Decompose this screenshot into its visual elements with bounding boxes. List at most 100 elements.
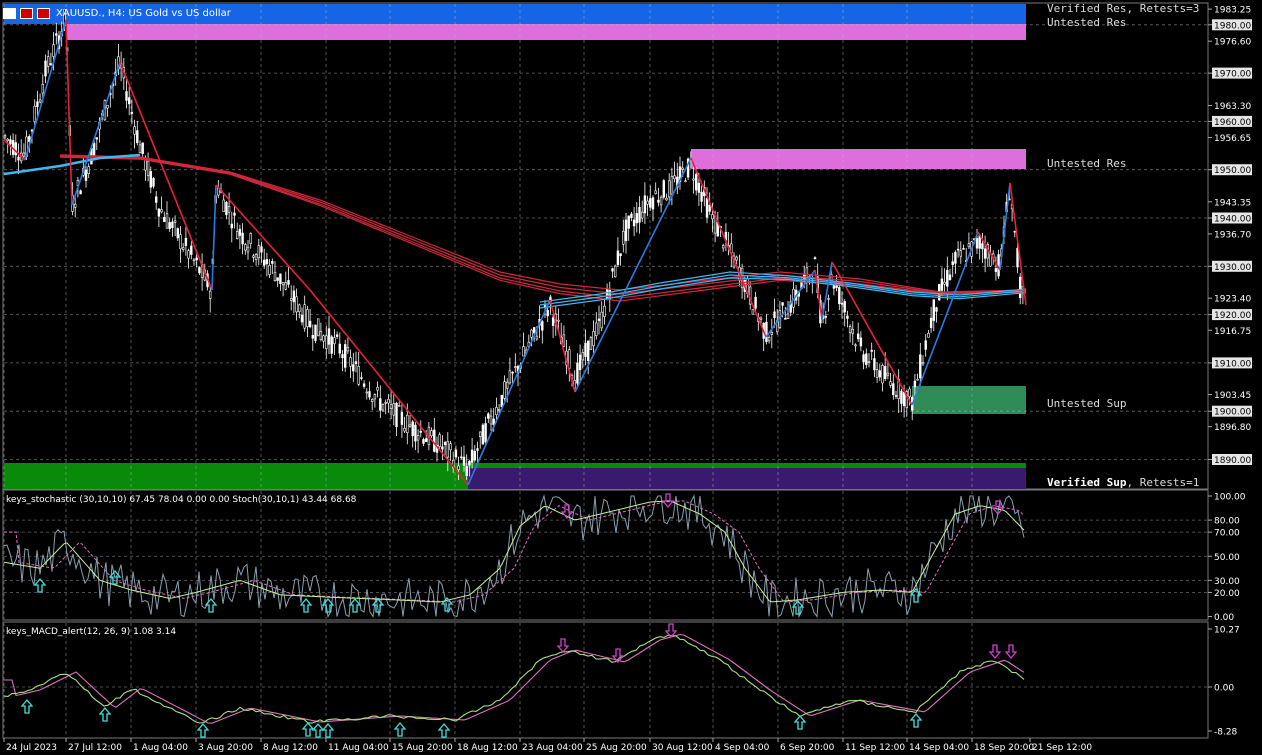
candle-body [673,175,676,180]
time-label: 1 Aug 04:00 [133,743,188,753]
candle-body [462,456,466,466]
candle-body [30,129,34,132]
candle-body [195,257,198,261]
price-label: 1983.25 [1214,6,1251,16]
candle-body [400,411,404,425]
candle-body [589,337,593,351]
time-label: 11 Aug 04:00 [328,743,389,753]
candle-body [954,251,957,264]
candle-body [935,307,938,312]
time-axis[interactable]: 24 Jul 2023 27 Jul 12:00 1 Aug 04:00 3 Aug … [3,738,1092,753]
candle-body [287,280,290,285]
candle-body [160,209,163,213]
candle-body [36,101,39,107]
candle-body [14,142,17,156]
candle-body [279,273,282,284]
price-label: 1916.75 [1214,327,1251,337]
candle-body [3,135,7,138]
time-label: 18 Sep 20:00 [974,743,1034,753]
candle-body [951,261,954,265]
candle-body [948,274,952,281]
moving-averages [3,153,1027,309]
candle-body [581,352,585,361]
candle-body [460,456,463,459]
candle-body [873,358,876,371]
candle-body [311,335,314,339]
candle-body [473,450,476,461]
up-arrow-icon [301,721,315,737]
candle-body [198,267,201,274]
candle-body [130,111,134,114]
chart-flag-icon-2[interactable] [37,7,50,19]
zigzag-segment [309,289,469,486]
candle-body [438,434,441,447]
time-label: 30 Aug 12:00 [652,743,713,753]
candle-body [900,390,903,404]
candle-body [468,460,471,466]
candle-body [55,33,58,36]
candle-body [522,346,525,357]
candle-body [643,195,647,214]
zigzag-segment [574,157,692,393]
candle-body [781,302,784,306]
chart-canvas[interactable]: 1983.25 1980.00 1976.60 1970.00 1963.30 1960.… [0,0,1262,755]
price-label: 1936.70 [1214,230,1251,240]
candle-body [983,248,987,259]
verified-res-label: Verified Res, Retests=3 [1047,2,1199,15]
candle-body [605,288,609,300]
macd-panel-border [2,621,1209,739]
candle-body [613,265,617,278]
mt-chart-window[interactable]: XAUUSD., H4: US Gold vs US dollar 1983.2… [0,0,1262,755]
candle-body [478,431,482,438]
candle-body [576,362,579,384]
candle-body [333,337,336,345]
macd-axis-label: 10.27 [1214,626,1240,636]
candle-body [924,340,927,350]
candle-body [265,259,269,265]
candle-body [381,404,385,411]
candle-body [370,399,374,402]
stoch-axis-label: 20.00 [1214,589,1240,599]
timeframe: H4 [107,7,122,19]
time-label: 3 Aug 20:00 [198,743,253,753]
candle-body [859,337,863,347]
candle-body [411,421,414,436]
candle-body [157,208,161,217]
candle-body [597,318,601,321]
candle-body [276,277,279,281]
time-label: 18 Aug 12:00 [457,743,518,753]
untested-res-label-top: Untested Res [1047,16,1126,29]
chart-menu-icon[interactable] [3,7,16,19]
candle-body [176,228,179,239]
candle-body [74,203,77,208]
candle-body [919,354,922,379]
candle-body [173,220,177,223]
candle-body [49,63,53,65]
time-label: 6 Sep 20:00 [780,743,835,753]
candle-body [630,213,633,219]
candle-body [862,354,865,362]
candle-body [346,346,350,352]
candle-body [786,313,790,319]
candle-body [260,246,263,253]
candle-body [846,315,849,319]
candle-body [495,407,498,416]
candle-body [233,212,236,216]
candle-body [244,244,247,251]
up-arrow-icon [909,712,923,728]
candle-body [881,365,884,384]
zigzag-segment [977,231,1001,271]
candle-body [711,214,714,220]
price-label: 1920.00 [1214,311,1251,321]
macd-signal-line [4,633,1025,724]
signal-arrows [20,493,1018,738]
chart-flag-icon[interactable] [20,7,33,19]
price-axis[interactable]: 1983.25 1980.00 1976.60 1970.00 1963.30 1960.… [1208,6,1252,738]
up-arrow-icon [321,722,335,738]
candle-body [867,361,871,363]
candle-body [562,334,566,347]
candle-body [632,219,636,227]
candle-body [684,180,687,183]
macd-axis-label: -8.28 [1214,728,1238,738]
candle-body [578,354,582,371]
